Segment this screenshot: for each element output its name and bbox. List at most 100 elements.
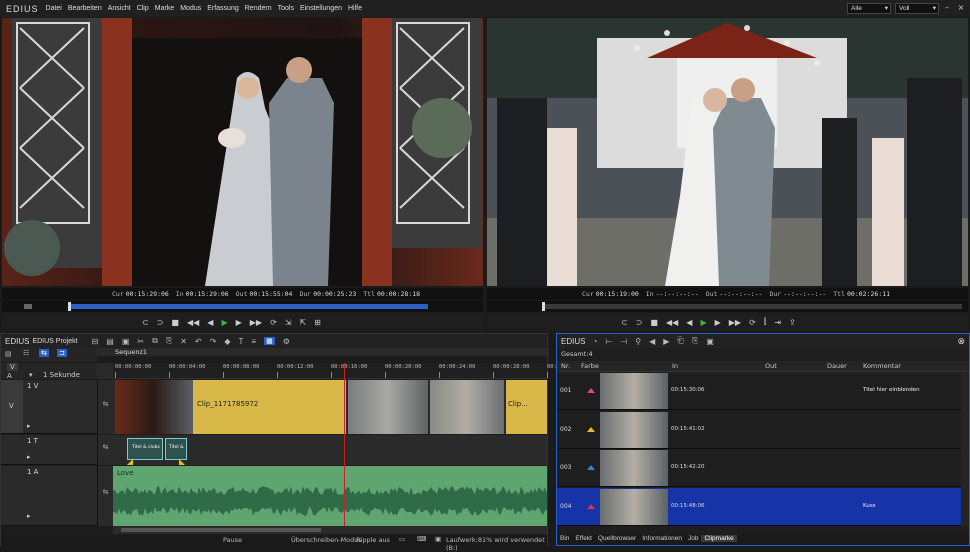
export-icon[interactable]: ⎘	[692, 336, 698, 346]
audio-toggle[interactable]: A	[7, 372, 12, 380]
video-clip-3[interactable]	[430, 380, 504, 434]
scale-value[interactable]: 1 Sekunde	[43, 371, 80, 379]
mark-in-icon[interactable]: ⊢	[605, 337, 612, 346]
clipmark-row[interactable]: 002 00:15:41:02	[557, 410, 961, 449]
loop-icon[interactable]: ⟳	[749, 318, 756, 327]
clipmark-row[interactable]: 003 00:15:42:20	[557, 449, 961, 487]
title-track-lane[interactable]: Titel & clubs Titel &	[113, 435, 547, 465]
player-shuttle-left[interactable]	[24, 304, 32, 309]
video-clip-1[interactable]: Clip_1171785972	[115, 380, 346, 434]
track-menu-icon[interactable]: ▤	[5, 350, 12, 358]
layout-dropdown[interactable]: Alle ▾	[847, 3, 891, 14]
timeline-ruler[interactable]: 00:00:00:00 00:00:04:00 00:00:08:00 00:00:1…	[113, 363, 583, 379]
rewind-icon[interactable]: ◀◀	[187, 318, 199, 327]
next-icon[interactable]: ▶	[663, 337, 669, 346]
clipmark-color-marker[interactable]	[587, 388, 595, 393]
recorder-scrub-handle[interactable]	[542, 302, 545, 311]
sequence-icon[interactable]: ⊟	[92, 337, 99, 346]
delete-icon[interactable]: ✕	[180, 337, 187, 346]
status-ripple[interactable]: Ripple aus	[356, 536, 390, 544]
menu-datei[interactable]: Datei	[43, 5, 65, 12]
clipmark-comment[interactable]: Titel hier einblenden	[863, 387, 920, 393]
menu-marke[interactable]: Marke	[152, 5, 177, 12]
recorder-monitor[interactable]	[487, 18, 968, 286]
close-icon[interactable]: ×	[956, 3, 966, 13]
export-icon[interactable]: ⇪	[789, 318, 796, 327]
step-forward-icon[interactable]: ▶	[715, 318, 721, 327]
col-out[interactable]: Out	[765, 362, 777, 370]
settings-icon[interactable]: ⚙	[283, 337, 290, 346]
menu-rendern[interactable]: Rendern	[242, 5, 275, 12]
step-back-icon[interactable]: ◀	[207, 318, 213, 327]
track-patch-v[interactable]: ⇆	[97, 380, 113, 434]
keyboard-icon[interactable]: ⌨	[417, 535, 426, 543]
clipmark-comment[interactable]: Kuss	[863, 503, 876, 509]
clipmark-color-marker[interactable]	[587, 426, 595, 432]
prev-edit-icon[interactable]: ⊂	[621, 318, 628, 327]
stop-icon[interactable]: ■	[171, 318, 179, 327]
rewind-icon[interactable]: ◀◀	[666, 318, 678, 327]
cut-point-icon[interactable]: ⇥	[774, 318, 781, 327]
paste-icon[interactable]: ⎘	[166, 336, 172, 346]
open-folder-icon[interactable]: ▤	[106, 337, 114, 346]
clipmark-color-marker[interactable]	[587, 465, 595, 470]
loop-icon[interactable]: ⟳	[270, 318, 277, 327]
col-kommentar[interactable]: Kommentar	[863, 362, 901, 370]
scrollbar-thumb[interactable]	[121, 528, 321, 532]
player-scrub-handle[interactable]	[68, 302, 71, 311]
snap-icon[interactable]: ▦	[264, 337, 275, 345]
next-edit-icon[interactable]: ⊃	[636, 318, 643, 327]
tab-informationen[interactable]: Informationen	[639, 535, 685, 542]
menu-einstellungen[interactable]: Einstellungen	[297, 5, 345, 12]
menu-modus[interactable]: Modus	[177, 5, 204, 12]
fast-forward-icon[interactable]: ▶▶	[729, 318, 741, 327]
split-icon[interactable]: ⫿	[764, 317, 767, 327]
recorder-scrub-bar[interactable]	[487, 301, 968, 312]
tab-clipmarke[interactable]: Clipmarke	[701, 535, 737, 542]
mark-in-icon[interactable]: ⊂	[142, 318, 149, 327]
prev-icon[interactable]: ◀	[649, 337, 655, 346]
play-icon[interactable]: ▶	[700, 318, 706, 327]
cut-icon[interactable]: ✂	[137, 337, 144, 346]
video-clip-4[interactable]: Clip...	[506, 380, 547, 434]
col-nr[interactable]: Nr.	[561, 362, 570, 370]
stop-icon[interactable]: ■	[650, 318, 658, 327]
menu-ansicht[interactable]: Ansicht	[105, 5, 134, 12]
track-patch-t[interactable]: ⇆	[97, 435, 113, 465]
track-head-1v[interactable]: V 1 V ▸	[1, 380, 97, 434]
copy-icon[interactable]: ⧉	[152, 336, 158, 346]
timeline-scrollbar[interactable]	[113, 526, 547, 534]
clipmark-color-marker[interactable]	[587, 503, 595, 509]
video-toggle[interactable]: V	[7, 363, 18, 371]
expand-icon[interactable]: ▸	[27, 422, 31, 430]
minimize-icon[interactable]: –	[942, 3, 952, 13]
marker-icon[interactable]: ⚲	[635, 337, 641, 346]
tab-effekt[interactable]: Effekt	[572, 535, 595, 542]
scale-icon[interactable]: ▾	[29, 371, 33, 379]
bin-icon[interactable]: ◔	[592, 337, 597, 346]
clipmark-row[interactable]: 004 00:15:48:06 Kuss	[557, 487, 961, 526]
mark-out-icon[interactable]: ⊣	[620, 337, 627, 346]
track-source-v[interactable]: V	[1, 380, 23, 433]
col-dauer[interactable]: Dauer	[827, 362, 847, 370]
expand-icon[interactable]: ▸	[27, 512, 31, 520]
menu-hilfe[interactable]: Hilfe	[345, 5, 365, 12]
tab-job[interactable]: Job	[685, 535, 701, 542]
mixer-icon[interactable]: ≡	[251, 337, 256, 346]
expand-icon[interactable]: ▸	[27, 453, 31, 461]
col-in[interactable]: In	[672, 362, 678, 370]
status-mode[interactable]: Überschreiben-Modus	[291, 536, 362, 544]
track-head-1a[interactable]: 1 A ▸	[1, 466, 97, 526]
title-icon[interactable]: T	[239, 337, 244, 346]
undo-icon[interactable]: ↶	[195, 337, 202, 346]
track-head-1t[interactable]: 1 T ▸	[1, 435, 97, 465]
redo-icon[interactable]: ↷	[210, 337, 217, 346]
link-icon[interactable]: ⊐	[57, 349, 67, 357]
tab-bin[interactable]: Bin	[557, 535, 572, 542]
close-panel-icon[interactable]: ⊗	[957, 336, 965, 347]
player-monitor[interactable]	[2, 18, 483, 286]
play-icon[interactable]: ▶	[221, 318, 227, 327]
overwrite-icon[interactable]: ⇱	[299, 318, 306, 327]
import-icon[interactable]: ⎗	[677, 336, 683, 346]
sequence-tab[interactable]: Sequenz1	[115, 348, 147, 356]
